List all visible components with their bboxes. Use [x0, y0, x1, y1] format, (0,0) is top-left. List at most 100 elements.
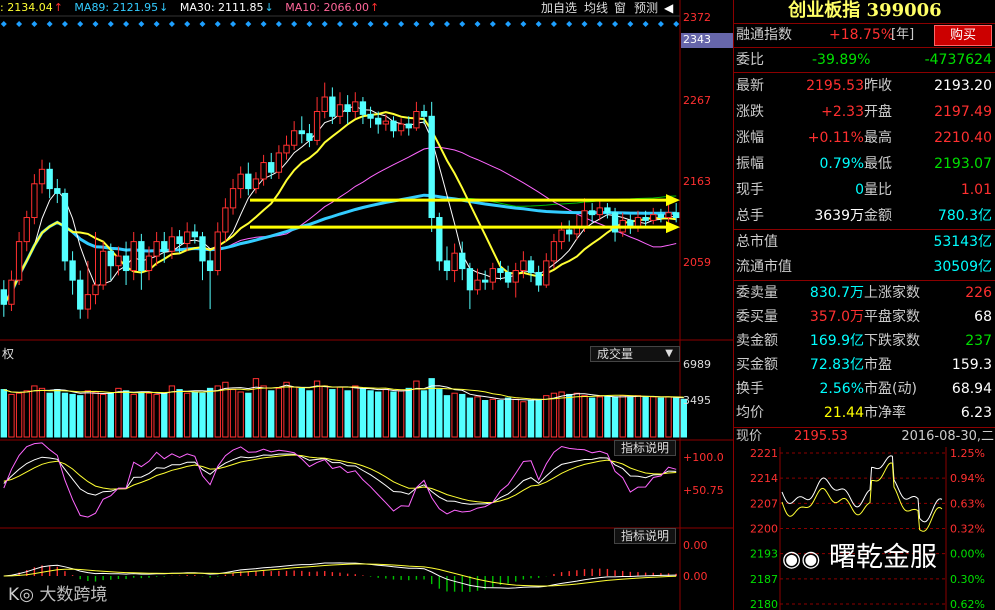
event-marker [428, 21, 435, 27]
float-label: 流通市值 [736, 259, 792, 275]
candle-up [581, 210, 588, 228]
weicha-value: -4737624 [924, 52, 992, 68]
price-axis-label: 2059 [683, 256, 711, 269]
intraday-pct-tick: 1.25% [950, 447, 985, 460]
volume-bar [619, 395, 626, 438]
candle-up [84, 294, 92, 310]
candle-down [54, 188, 61, 194]
candle-up [313, 110, 321, 141]
event-marker [0, 21, 7, 27]
amp-value: 0.79% [819, 156, 864, 172]
candle-up [23, 217, 30, 243]
event-marker [398, 21, 405, 27]
candle-up [130, 241, 137, 272]
candle-down [268, 162, 275, 173]
buy-amt-label: 买金额 [736, 357, 778, 373]
sell-vol-value: 830.7万 [809, 285, 864, 301]
candle-down [245, 173, 252, 190]
volume-bar [31, 385, 38, 438]
volume-bar [184, 392, 191, 438]
volume-bar [321, 385, 328, 438]
candle-up [512, 270, 519, 283]
volume-bar [428, 378, 435, 438]
watermark-right: ◉◉ 曙乾金服 [782, 542, 937, 573]
volume-bar [566, 393, 573, 438]
intraday-pct-tick: 0.94% [950, 472, 985, 485]
candle-up [31, 183, 38, 219]
add-watchlist-button[interactable]: 加自选 [541, 0, 577, 16]
back-icon[interactable]: ◀ [664, 0, 673, 16]
kline-chart-area[interactable] [0, 0, 733, 610]
candle-up [8, 279, 15, 305]
volume-bar [268, 390, 275, 438]
volume-bar [596, 396, 603, 438]
candle-down [405, 123, 412, 129]
volume-bar [657, 397, 665, 438]
candle-down [77, 279, 84, 310]
candle-up [229, 188, 237, 209]
volume-bar [650, 396, 657, 438]
high-label: 最高 [864, 130, 892, 146]
ma-legend: : 2134.04↑ MA89: 2121.95↓ MA30: 2111.85↓… [0, 0, 540, 16]
event-marker [46, 21, 53, 27]
candle-down [390, 120, 397, 132]
amount-label: 金额 [864, 208, 892, 224]
ma-legend-item-3: MA10: 2066.00↑ [285, 1, 380, 14]
volume-bar [627, 396, 634, 438]
ma-line-button[interactable]: 均线 [584, 0, 608, 16]
volume-bar [443, 395, 451, 438]
volume-bar [306, 390, 313, 438]
indicator1-line [3, 442, 677, 518]
candle-down [199, 236, 206, 262]
volume-bar [550, 392, 558, 438]
candle-down [46, 168, 53, 190]
candle-down [138, 241, 145, 272]
indicator2-help-button[interactable]: 指标说明 [614, 528, 677, 544]
candle-down [642, 217, 649, 221]
window-button[interactable]: 窗 [614, 0, 626, 16]
event-marker [566, 21, 573, 27]
candle-up [214, 231, 221, 272]
candle-down [375, 117, 382, 125]
forecast-button[interactable]: 预测 [634, 0, 658, 16]
volume-bar [23, 390, 30, 438]
candle-down [61, 192, 69, 262]
indicator1-help-button[interactable]: 指标说明 [614, 440, 677, 456]
volume-bar [573, 392, 581, 438]
intraday-price-tick: 2187 [750, 573, 778, 586]
buy-button[interactable]: 购买 [934, 25, 992, 46]
up-label: 上涨家数 [864, 285, 920, 301]
candle-up [558, 229, 565, 243]
volume-bar [336, 386, 344, 438]
candle-up [543, 260, 550, 286]
volume-bar [122, 390, 130, 438]
event-marker [673, 21, 680, 27]
flat-label: 平盘家数 [864, 309, 920, 325]
cur-vol-label: 现手 [736, 182, 764, 198]
up-value: 226 [965, 285, 992, 301]
intraday-chart[interactable]: 2221 1.25% 2214 0.94% 2207 0.63% 2200 0.32% 2193… [734, 447, 995, 610]
ma-legend-item-1: MA89: 2121.95↓ [74, 1, 169, 14]
candle-up [413, 110, 420, 129]
intraday-price-tick: 2193 [750, 548, 778, 561]
price-axis-label: 2267 [683, 94, 711, 107]
vol-ratio-value: 1.01 [960, 182, 992, 198]
volume-bar [145, 392, 153, 438]
volume-bar [138, 391, 145, 438]
indicator1-axis-label: +100.0 [683, 451, 724, 464]
candle-down [459, 252, 466, 270]
volume-bar [581, 395, 588, 438]
volume-bar [8, 393, 15, 438]
chevron-down-icon: ▼ [665, 348, 673, 359]
event-marker [459, 21, 466, 27]
candle-down [443, 260, 451, 272]
watermark-logo-icon: K◎ [8, 585, 34, 605]
volume-bar [161, 392, 168, 438]
volume-dropdown[interactable]: 成交量 ▼ [590, 346, 680, 362]
ma-legend-item-2: MA30: 2111.85↓ [179, 1, 274, 14]
event-marker [642, 21, 649, 27]
candle-up [352, 101, 359, 112]
volume-bar [206, 387, 214, 438]
candle-down [535, 271, 542, 286]
candle-up [489, 268, 496, 283]
